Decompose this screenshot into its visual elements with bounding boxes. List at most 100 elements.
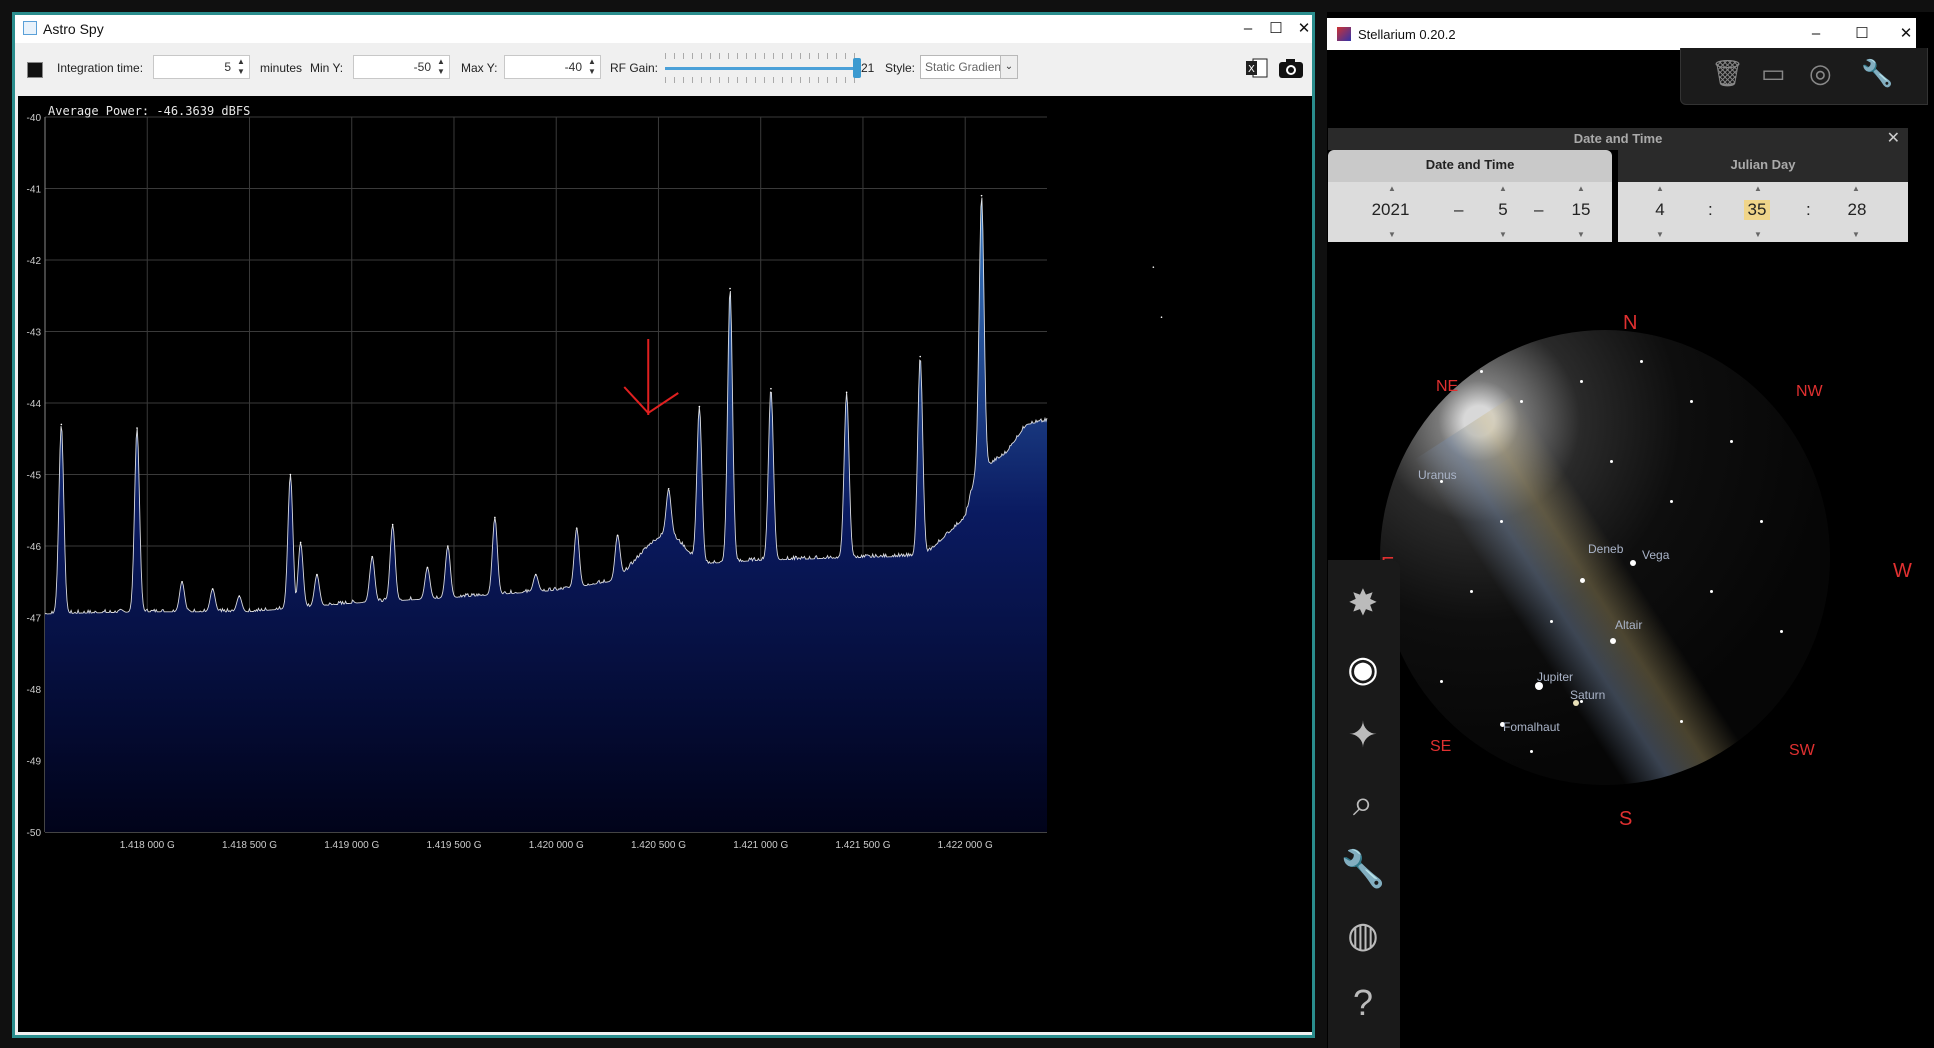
sky-view[interactable]: Uranus Sun Deneb Vega Altair Jupiter Sat… xyxy=(1380,330,1830,785)
spin-arrows-icon[interactable]: ▲ ▼ xyxy=(435,57,447,77)
star xyxy=(1480,370,1483,373)
spectrum-peak xyxy=(980,194,983,197)
observatory-icon[interactable]: ◍ xyxy=(1340,912,1386,958)
close-button[interactable]: ✕ xyxy=(1291,17,1317,41)
chevron-down-icon[interactable]: ⌄ xyxy=(1000,56,1017,78)
spin-arrows-icon[interactable]: ▲ ▼ xyxy=(586,57,598,77)
screen-icon[interactable]: ▭ xyxy=(1761,58,1786,89)
svg-text:X: X xyxy=(1248,64,1255,75)
tab-date-and-time[interactable]: Date and Time xyxy=(1328,150,1612,182)
spectrum-peak xyxy=(1160,316,1163,318)
miny-spinbox[interactable]: -50 ▲ ▼ xyxy=(353,55,450,79)
stellarium-title: Stellarium 0.20.2 xyxy=(1358,27,1456,42)
star xyxy=(1690,400,1693,403)
cardinal-nw: NW xyxy=(1796,383,1823,400)
y-tick-label: -44 xyxy=(27,399,42,410)
minimize-button[interactable]: – xyxy=(1235,17,1261,41)
star xyxy=(1670,500,1673,503)
day-field[interactable]: 15 xyxy=(1568,200,1594,220)
increment-icon[interactable]: ▲ xyxy=(1499,184,1507,193)
spectrum-peak xyxy=(426,566,429,569)
y-tick-label: -50 xyxy=(27,828,42,839)
excel-export-icon[interactable]: X xyxy=(1244,57,1270,81)
minutes-label: minutes xyxy=(260,61,303,75)
search-icon[interactable]: ⌕ xyxy=(1340,780,1386,826)
decrement-icon[interactable]: ▼ xyxy=(1388,230,1396,239)
x-tick-label: 1.420 000 G xyxy=(529,840,584,851)
astro-spy-window: Astro Spy – ☐ ✕ Integration time: 5 ▲ ▼ m… xyxy=(12,12,1315,1038)
y-tick-label: -46 xyxy=(27,542,42,553)
trash-icon[interactable]: 🗑 xyxy=(1711,58,1744,89)
decrement-icon[interactable]: ▼ xyxy=(1499,230,1507,239)
x-tick-label: 1.422 000 G xyxy=(938,840,993,851)
saturn-label: Saturn xyxy=(1570,688,1606,702)
toolbar: Integration time: 5 ▲ ▼ minutes Min Y: -5… xyxy=(15,43,1312,93)
sun-label: Sun xyxy=(1386,430,1408,444)
astro-spy-titlebar[interactable]: Astro Spy – ☐ ✕ xyxy=(15,15,1312,43)
sun-star-icon[interactable]: ✸ xyxy=(1340,580,1386,626)
increment-icon[interactable]: ▲ xyxy=(1388,184,1396,193)
date-separator: – xyxy=(1454,200,1464,219)
date-time-dialog: Date and Time ✕ Date and Time Julian Day… xyxy=(1328,128,1908,244)
spectrum-peak xyxy=(616,534,619,537)
cardinal-se: SE xyxy=(1430,738,1452,755)
spectrum-peak xyxy=(729,287,731,290)
target-icon[interactable]: ◎ xyxy=(1809,58,1832,89)
vega-label: Vega xyxy=(1642,548,1670,562)
decrement-icon[interactable]: ▼ xyxy=(1656,230,1664,239)
excel-icon: X xyxy=(1246,58,1268,78)
close-button[interactable]: ✕ xyxy=(1893,22,1919,46)
spectrum-peak xyxy=(494,516,496,519)
clock-check-icon[interactable]: ◉ xyxy=(1340,646,1386,692)
wrench-icon[interactable]: 🔧 xyxy=(1861,58,1893,89)
month-field[interactable]: 5 xyxy=(1493,200,1513,220)
minute-field[interactable]: 35 xyxy=(1744,200,1770,220)
increment-icon[interactable]: ▲ xyxy=(1577,184,1585,193)
star xyxy=(1440,680,1443,683)
integration-value: 5 xyxy=(224,60,231,74)
camera-icon[interactable] xyxy=(1278,57,1304,81)
spin-arrows-icon[interactable]: ▲ ▼ xyxy=(235,57,247,77)
stellarium-window: Stellarium 0.20.2 – ☐ ✕ 🗑 ▭ ◎ 🔧 Date and… xyxy=(1327,12,1934,1048)
maxy-spinbox[interactable]: -40 ▲ ▼ xyxy=(504,55,601,79)
star xyxy=(1680,720,1683,723)
decrement-icon[interactable]: ▼ xyxy=(1577,230,1585,239)
spectrum-peak xyxy=(181,580,183,583)
spectrum-peak xyxy=(60,423,63,426)
year-field[interactable]: 2021 xyxy=(1368,200,1413,220)
increment-icon[interactable]: ▲ xyxy=(1754,184,1762,193)
increment-icon[interactable]: ▲ xyxy=(1852,184,1860,193)
help-icon[interactable]: ? xyxy=(1340,980,1386,1026)
spectrum-peak xyxy=(667,488,670,490)
spectrum-peak xyxy=(371,555,373,558)
annotation-arrow-head xyxy=(623,386,679,415)
y-tick-label: -49 xyxy=(27,757,42,768)
close-icon[interactable]: ✕ xyxy=(1887,128,1900,150)
integration-time-spinbox[interactable]: 5 ▲ ▼ xyxy=(153,55,250,79)
spectrum-peak xyxy=(316,573,318,576)
decrement-icon[interactable]: ▼ xyxy=(1754,230,1762,239)
minimize-button[interactable]: – xyxy=(1803,22,1829,46)
style-dropdown[interactable]: Static Gradien ⌄ xyxy=(920,55,1018,79)
configuration-icon[interactable]: 🔧 xyxy=(1340,846,1386,892)
stellarium-titlebar[interactable]: Stellarium 0.20.2 – ☐ ✕ xyxy=(1327,18,1916,50)
color-picker-button[interactable] xyxy=(27,62,43,78)
spectrum-peak xyxy=(770,387,772,390)
rf-gain-slider[interactable] xyxy=(665,53,861,83)
spectrum-peak xyxy=(211,588,214,590)
tab-julian-day[interactable]: Julian Day xyxy=(1618,150,1908,182)
maximize-button[interactable]: ☐ xyxy=(1849,22,1875,46)
increment-icon[interactable]: ▲ xyxy=(1656,184,1664,193)
spectrum-plot[interactable]: -40 -41 -42 -43 -44 -45 -46 -47 -48 -49 -50 1.418 0… xyxy=(18,96,1312,1032)
hour-field[interactable]: 4 xyxy=(1650,200,1670,220)
star xyxy=(1470,590,1473,593)
sky-culture-icon[interactable]: ✦ xyxy=(1340,712,1386,758)
top-toolbar: 🗑 ▭ ◎ 🔧 xyxy=(1680,48,1928,105)
second-field[interactable]: 28 xyxy=(1844,200,1870,220)
app-icon xyxy=(23,21,37,35)
slider-handle[interactable] xyxy=(853,58,861,78)
maximize-button[interactable]: ☐ xyxy=(1263,17,1289,41)
star-deneb xyxy=(1580,578,1585,583)
y-tick-label: -40 xyxy=(27,113,42,124)
decrement-icon[interactable]: ▼ xyxy=(1852,230,1860,239)
